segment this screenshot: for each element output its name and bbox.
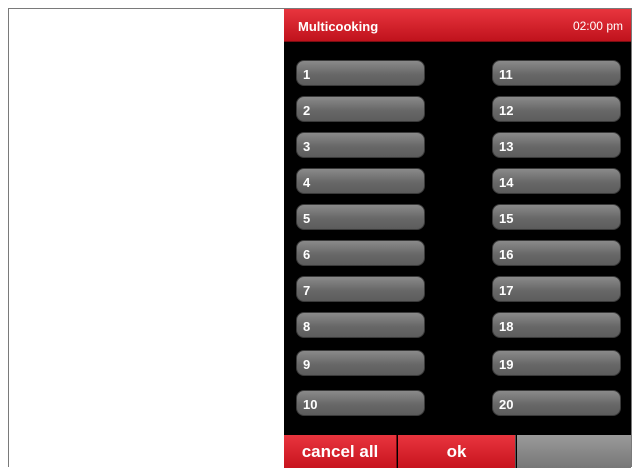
slot-label: 8 — [303, 319, 311, 334]
slot-button-15[interactable]: 15 — [492, 204, 621, 230]
empty-button-slot — [517, 435, 631, 468]
slot-button-10[interactable]: 10 — [296, 390, 425, 416]
slot-label: 10 — [303, 397, 318, 412]
slot-button-13[interactable]: 13 — [492, 132, 621, 158]
slot-label: 4 — [303, 175, 311, 190]
slot-label: 2 — [303, 103, 311, 118]
slot-label: 16 — [499, 247, 514, 262]
slot-button-11[interactable]: 11 — [492, 60, 621, 86]
slot-button-16[interactable]: 16 — [492, 240, 621, 266]
slot-label: 20 — [499, 397, 514, 412]
slot-label: 9 — [303, 357, 311, 372]
slot-label: 15 — [499, 211, 514, 226]
slot-label: 3 — [303, 139, 311, 154]
slot-button-20[interactable]: 20 — [492, 390, 621, 416]
slot-button-17[interactable]: 17 — [492, 276, 621, 302]
slot-label: 13 — [499, 139, 514, 154]
slot-button-8[interactable]: 8 — [296, 312, 425, 338]
ok-button[interactable]: ok — [398, 435, 516, 468]
slot-button-19[interactable]: 19 — [492, 350, 621, 376]
slot-label: 6 — [303, 247, 311, 262]
slot-button-2[interactable]: 2 — [296, 96, 425, 122]
slot-button-4[interactable]: 4 — [296, 168, 425, 194]
slot-label: 17 — [499, 283, 514, 298]
slot-button-1[interactable]: 1 — [296, 60, 425, 86]
slot-label: 7 — [303, 283, 311, 298]
slot-label: 1 — [303, 67, 311, 82]
slot-label: 14 — [499, 175, 514, 190]
slot-label: 5 — [303, 211, 311, 226]
clock-display: 02:00 pm — [572, 19, 623, 33]
slot-button-5[interactable]: 5 — [296, 204, 425, 230]
slot-button-6[interactable]: 6 — [296, 240, 425, 266]
slot-button-3[interactable]: 3 — [296, 132, 425, 158]
cancel-all-button[interactable]: cancel all — [284, 435, 397, 468]
screen-title: Multicooking — [298, 19, 379, 34]
slot-button-14[interactable]: 14 — [492, 168, 621, 194]
slot-button-12[interactable]: 12 — [492, 96, 621, 122]
cooking-panel: Multicooking 02:00 pm 1 2 3 4 5 6 7 8 9 10 11 12 13 1… — [284, 9, 631, 468]
title-bar: Multicooking 02:00 pm — [284, 9, 631, 42]
slot-button-9[interactable]: 9 — [296, 350, 425, 376]
slot-button-18[interactable]: 18 — [492, 312, 621, 338]
slot-label: 11 — [499, 67, 513, 82]
slot-label: 12 — [499, 103, 514, 118]
bottom-action-bar: cancel all ok — [284, 435, 631, 468]
slot-label: 18 — [499, 319, 514, 334]
slot-label: 19 — [499, 357, 514, 372]
slot-button-7[interactable]: 7 — [296, 276, 425, 302]
